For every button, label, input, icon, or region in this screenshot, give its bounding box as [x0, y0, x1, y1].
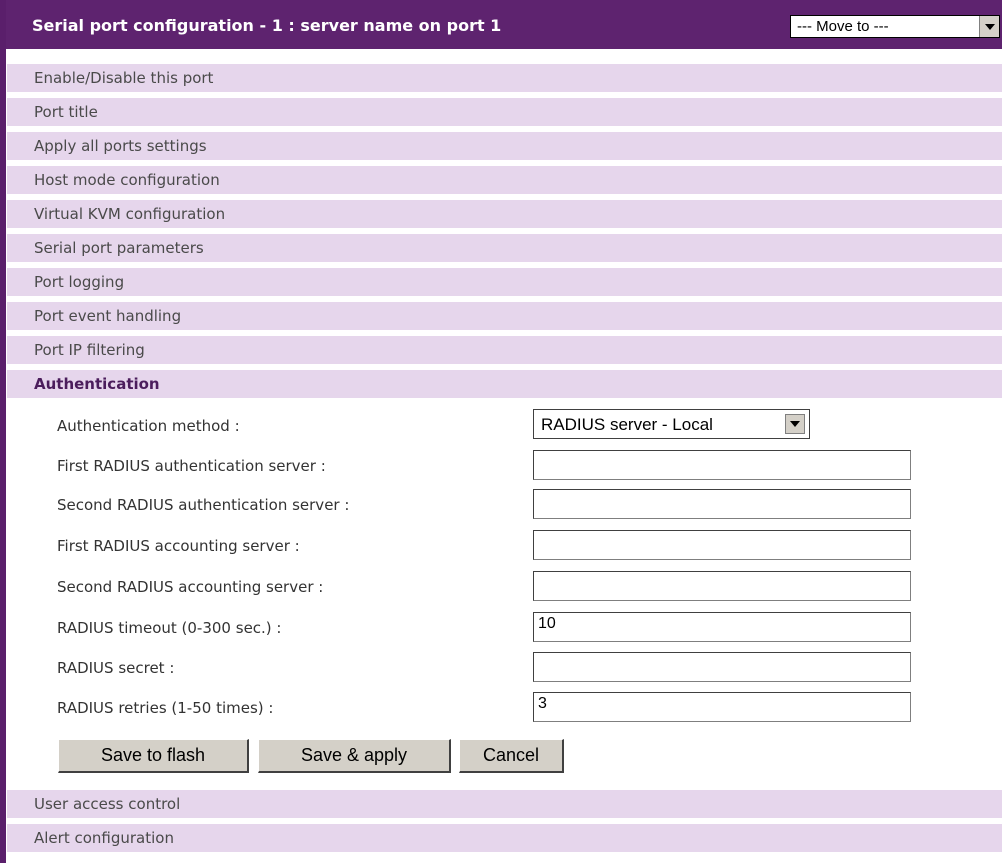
radius-retries-input[interactable]: 3 — [533, 692, 911, 722]
first-auth-server-input[interactable] — [533, 450, 911, 480]
second-auth-server-input[interactable] — [533, 489, 911, 519]
left-border — [0, 0, 6, 863]
section-ip-filtering[interactable]: Port IP filtering — [7, 336, 1002, 364]
auth-method-value: RADIUS server - Local — [541, 415, 713, 434]
chevron-down-icon[interactable] — [979, 16, 999, 37]
section-label: Port IP filtering — [34, 341, 145, 359]
auth-method-label: Authentication method : — [57, 417, 240, 435]
save-and-apply-button[interactable]: Save & apply — [258, 739, 451, 773]
section-label: Authentication — [34, 375, 160, 393]
section-user-access[interactable]: User access control — [7, 790, 1002, 818]
first-acct-server-input[interactable] — [533, 530, 911, 560]
first-acct-server-label: First RADIUS accounting server : — [57, 537, 300, 555]
section-label: Serial port parameters — [34, 239, 204, 257]
radius-timeout-input[interactable]: 10 — [533, 612, 911, 642]
first-auth-server-label: First RADIUS authentication server : — [57, 457, 326, 475]
section-label: Port logging — [34, 273, 125, 291]
section-label: Port title — [34, 103, 98, 121]
radius-secret-label: RADIUS secret : — [57, 659, 175, 677]
section-label: Virtual KVM configuration — [34, 205, 226, 223]
section-enable-disable[interactable]: Enable/Disable this port — [7, 64, 1002, 92]
page: Serial port configuration - 1 : server n… — [0, 0, 1002, 863]
section-port-event[interactable]: Port event handling — [7, 302, 1002, 330]
section-label: User access control — [34, 795, 181, 813]
section-port-logging[interactable]: Port logging — [7, 268, 1002, 296]
radius-retries-label: RADIUS retries (1-50 times) : — [57, 699, 274, 717]
chevron-down-icon[interactable] — [785, 414, 805, 434]
save-to-flash-button[interactable]: Save to flash — [58, 739, 249, 773]
page-header: Serial port configuration - 1 : server n… — [0, 0, 1002, 49]
section-label: Enable/Disable this port — [34, 69, 214, 87]
section-virtual-kvm[interactable]: Virtual KVM configuration — [7, 200, 1002, 228]
section-label: Apply all ports settings — [34, 137, 207, 155]
auth-method-select[interactable]: RADIUS server - Local — [533, 409, 810, 439]
second-acct-server-label: Second RADIUS accounting server : — [57, 578, 324, 596]
second-auth-server-label: Second RADIUS authentication server : — [57, 496, 350, 514]
cancel-button[interactable]: Cancel — [459, 739, 564, 773]
second-acct-server-input[interactable] — [533, 571, 911, 601]
section-alert-config[interactable]: Alert configuration — [7, 824, 1002, 852]
section-label: Host mode configuration — [34, 171, 220, 189]
section-label: Port event handling — [34, 307, 182, 325]
move-to-select[interactable]: --- Move to --- — [790, 15, 1000, 38]
section-authentication[interactable]: Authentication — [7, 370, 1002, 398]
move-to-value: --- Move to --- — [797, 18, 889, 35]
radius-secret-input[interactable] — [533, 652, 911, 682]
section-host-mode[interactable]: Host mode configuration — [7, 166, 1002, 194]
section-port-title[interactable]: Port title — [7, 98, 1002, 126]
section-label: Alert configuration — [34, 829, 174, 847]
page-title: Serial port configuration - 1 : server n… — [32, 16, 502, 35]
radius-timeout-label: RADIUS timeout (0-300 sec.) : — [57, 619, 282, 637]
section-serial-params[interactable]: Serial port parameters — [7, 234, 1002, 262]
section-apply-all[interactable]: Apply all ports settings — [7, 132, 1002, 160]
